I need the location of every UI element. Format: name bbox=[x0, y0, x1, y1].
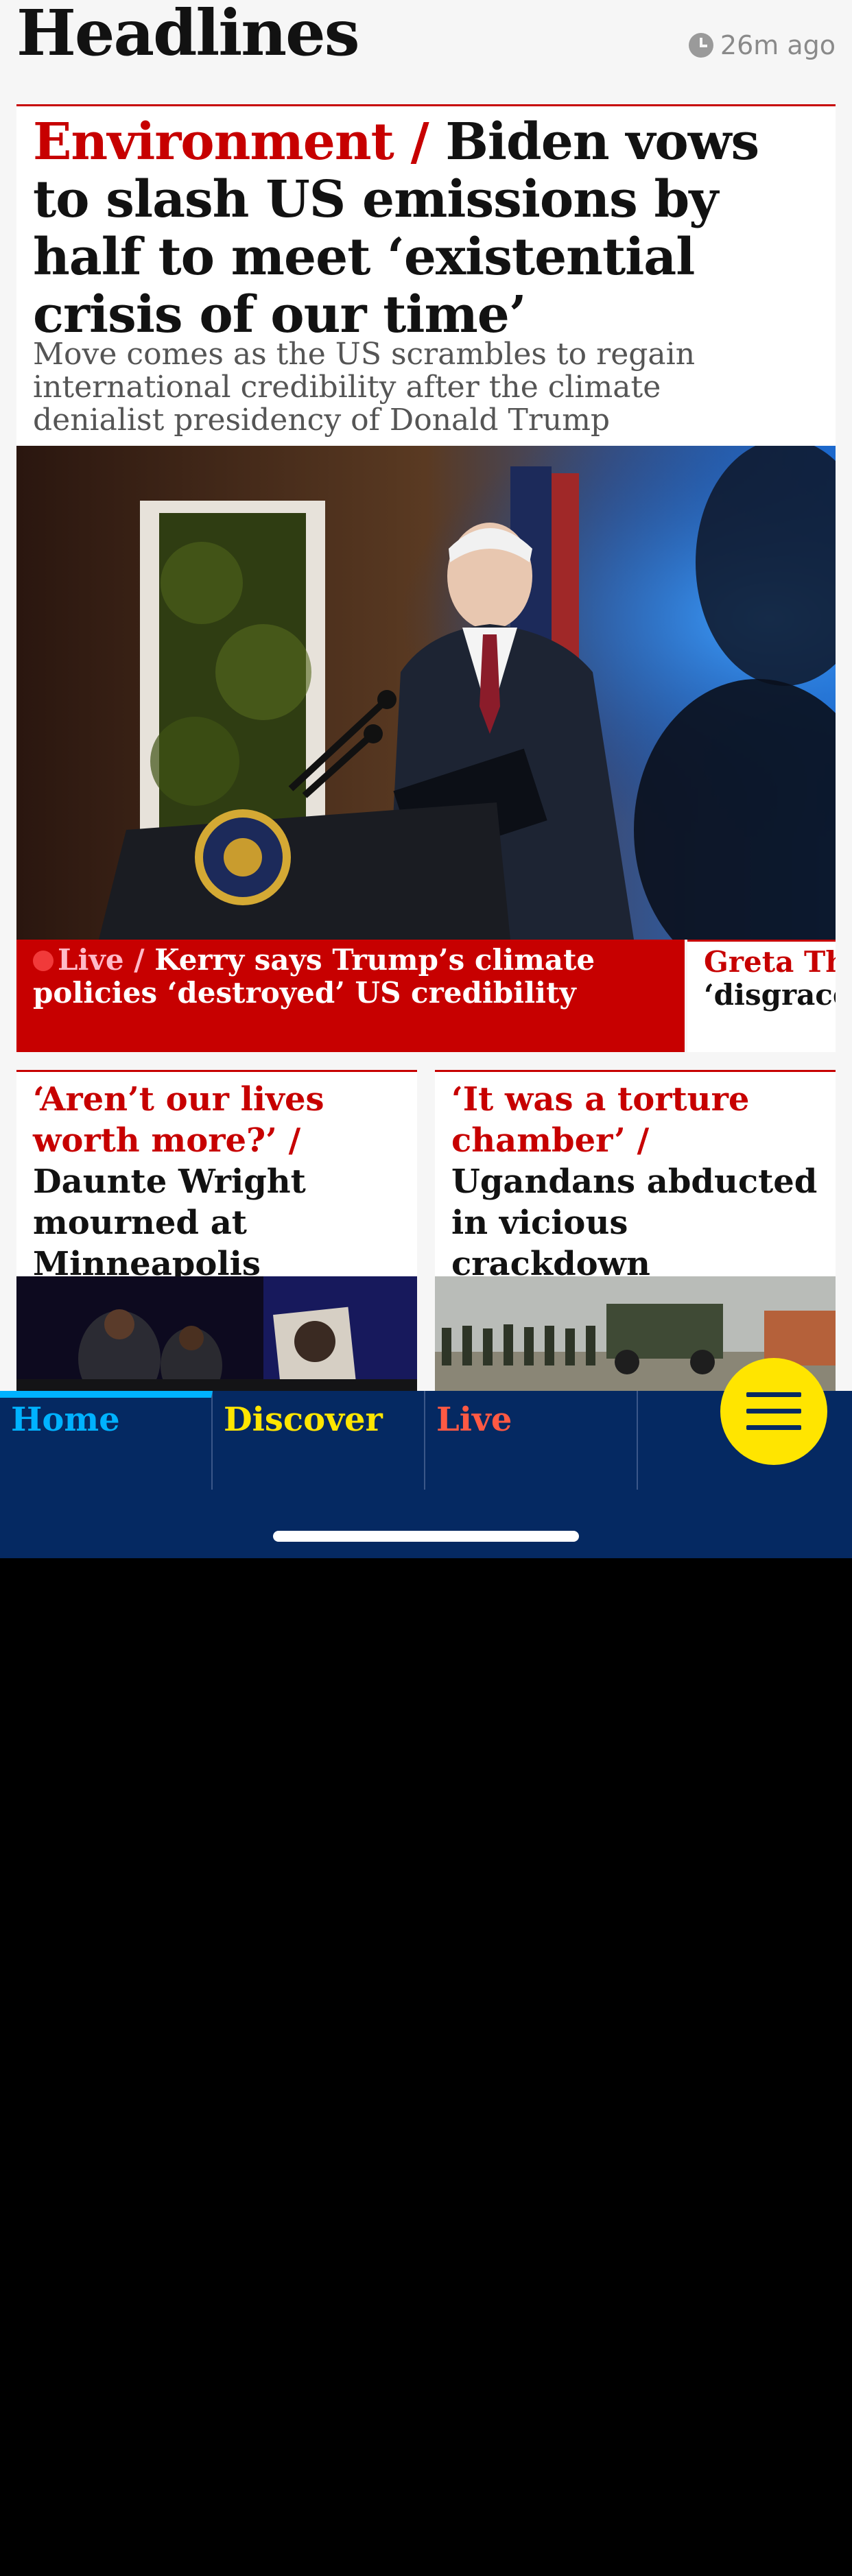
lead-image[interactable] bbox=[16, 446, 836, 940]
lead-story-card[interactable]: Environment / Biden vows to slash US emi… bbox=[16, 104, 836, 448]
related-link-live[interactable]: Live / Kerry says Trump’s climate polici… bbox=[16, 940, 685, 1052]
home-indicator[interactable] bbox=[273, 1531, 579, 1542]
related-link-live-kicker: Live / bbox=[58, 943, 145, 977]
tab-discover-label: Discover bbox=[224, 1400, 383, 1439]
last-updated: 26m ago bbox=[688, 30, 836, 60]
lead-image-illustration bbox=[16, 446, 836, 940]
section-title: Headlines bbox=[16, 0, 360, 70]
story-card-kicker: ‘Aren’t our lives worth more?’ / bbox=[33, 1080, 324, 1160]
related-link-live-text: Live / Kerry says Trump’s climate polici… bbox=[33, 944, 668, 1010]
related-link-second-text: Greta Thu‘disgrace’, bbox=[704, 946, 836, 1012]
lead-kicker: Environment / bbox=[33, 112, 429, 171]
tab-live[interactable]: Live bbox=[425, 1391, 638, 1490]
hamburger-menu-icon[interactable] bbox=[720, 1358, 827, 1465]
story-card-headline-text: Ugandans abducted in vicious crackdown bbox=[451, 1162, 818, 1283]
story-card-uganda[interactable]: ‘It was a torture chamber’ / Ugandans ab… bbox=[435, 1070, 836, 1394]
related-links-carousel[interactable]: Live / Kerry says Trump’s climate polici… bbox=[16, 940, 836, 1052]
menu-line bbox=[746, 1392, 801, 1397]
funeral-image bbox=[16, 1276, 417, 1394]
story-card-image bbox=[16, 1276, 417, 1394]
lead-headline: Environment / Biden vows to slash US emi… bbox=[33, 113, 829, 344]
menu-line bbox=[746, 1425, 801, 1430]
clock-icon bbox=[688, 33, 713, 58]
story-card-headline: ‘It was a torture chamber’ / Ugandans ab… bbox=[451, 1079, 822, 1285]
story-card-daunte-wright[interactable]: ‘Aren’t our lives worth more?’ / Daunte … bbox=[16, 1070, 417, 1394]
tab-home-label: Home bbox=[11, 1400, 120, 1439]
related-link-second-headline: ‘disgrace’, bbox=[704, 978, 836, 1012]
related-link-second[interactable]: Greta Thu‘disgrace’, bbox=[687, 940, 836, 1052]
related-link-second-kicker: Greta Thu bbox=[704, 945, 836, 979]
tab-discover[interactable]: Discover bbox=[213, 1391, 425, 1490]
tab-live-label: Live bbox=[436, 1400, 512, 1439]
tab-home[interactable]: Home bbox=[0, 1391, 213, 1490]
story-card-kicker: ‘It was a torture chamber’ / bbox=[451, 1080, 750, 1160]
last-updated-text: 26m ago bbox=[720, 30, 836, 60]
live-dot-icon bbox=[33, 951, 54, 971]
menu-line bbox=[746, 1409, 801, 1414]
lead-standfirst: Move comes as the US scrambles to regain… bbox=[33, 337, 696, 438]
app-screen: Headlines 26m ago Environment / Biden vo… bbox=[0, 0, 852, 1558]
